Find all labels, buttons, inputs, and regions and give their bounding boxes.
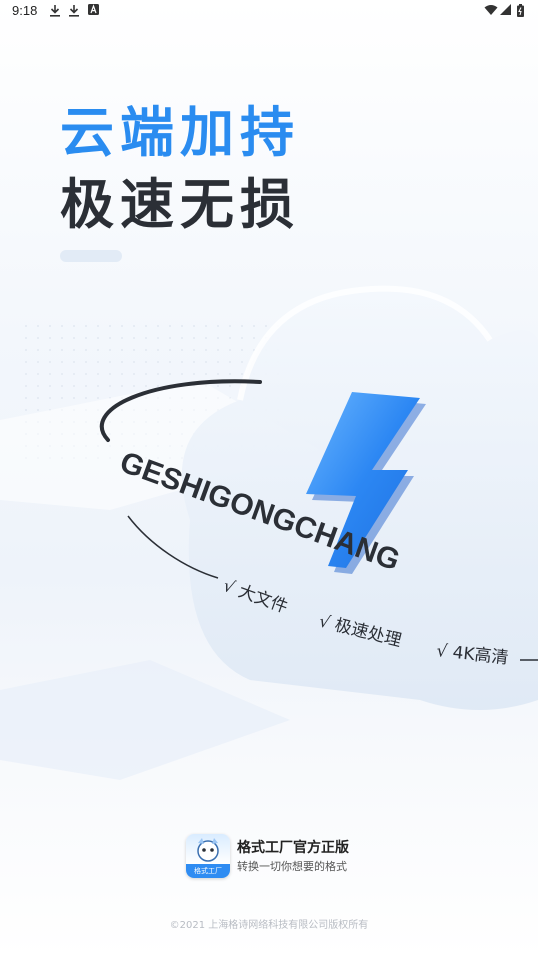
app-name: 格式工厂官方正版	[237, 840, 349, 856]
headline-line1: 云端加持	[60, 101, 300, 164]
download-icon	[68, 4, 80, 20]
copyright-text: ©2021 上海格诗网络科技有限公司版权所有	[169, 920, 369, 931]
decorative-pill	[60, 250, 122, 262]
signal-icon	[500, 4, 511, 19]
notification-a-icon	[88, 4, 99, 18]
headline-line2: 极速无损	[60, 173, 300, 236]
hero-illustration: GESHIGONGCHANG √ 大文件 √ 极速处理 √ 4K高清	[0, 285, 538, 780]
logo-label: 格式工厂	[186, 864, 230, 878]
app-logo: 格式工厂	[186, 834, 230, 878]
app-slogan: 转换一切你想要的格式	[237, 860, 347, 873]
download-icon	[49, 4, 61, 20]
battery-icon	[517, 4, 524, 20]
wifi-icon	[484, 4, 498, 19]
mascot-icon	[197, 838, 219, 862]
status-bar: 9:18	[0, 0, 538, 24]
status-time: 9:18	[12, 3, 38, 18]
